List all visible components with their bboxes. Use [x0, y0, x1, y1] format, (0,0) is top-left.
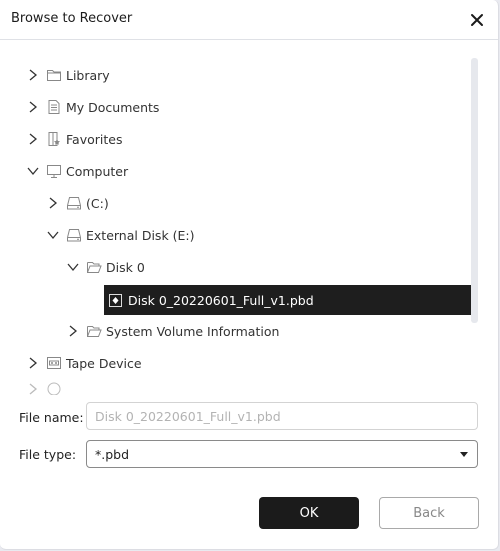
close-icon[interactable]: [466, 9, 488, 31]
tape-icon: [46, 355, 62, 371]
tree-item-system-volume-information[interactable]: System Volume Information: [66, 319, 279, 343]
tree-item-library[interactable]: Library: [26, 63, 110, 87]
tree-item-external-disk[interactable]: External Disk (E:): [46, 223, 195, 247]
title-bar: Browse to Recover: [0, 0, 498, 40]
folder-open-icon: [86, 323, 102, 339]
backup-file-icon: [108, 292, 124, 308]
tree-item-disk-0[interactable]: Disk 0: [66, 255, 145, 279]
chevron-right-icon[interactable]: [26, 132, 40, 146]
document-icon: [46, 99, 62, 115]
tree-item-label: Tape Device: [66, 355, 142, 371]
chevron-right-icon[interactable]: [26, 100, 40, 114]
drive-icon: [66, 227, 82, 243]
tree-item-tape-device[interactable]: Tape Device: [26, 351, 142, 375]
tree-item-computer[interactable]: Computer: [26, 159, 128, 183]
chevron-right-icon[interactable]: [46, 196, 60, 210]
chevron-down-icon[interactable]: [26, 164, 40, 178]
tree-item-label: Disk 0: [106, 259, 145, 275]
chevron-right-icon[interactable]: [66, 324, 80, 338]
tree-item-favorites[interactable]: Favorites: [26, 127, 122, 151]
chevron-down-icon[interactable]: [66, 260, 80, 274]
chevron-right-icon[interactable]: [26, 356, 40, 370]
chevron-right-icon[interactable]: [26, 68, 40, 82]
file-name-placeholder: Disk 0_20220601_Full_v1.pbd: [95, 408, 281, 424]
dropdown-arrow-icon[interactable]: [460, 452, 468, 457]
tree-item-label: (C:): [86, 195, 109, 211]
computer-icon: [46, 163, 62, 179]
ok-button[interactable]: OK: [259, 497, 359, 529]
file-name-input[interactable]: Disk 0_20220601_Full_v1.pbd: [86, 402, 478, 430]
network-icon: [46, 382, 62, 395]
tree-item-label: Library: [66, 67, 110, 83]
file-name-label: File name:: [19, 410, 84, 425]
file-type-value: *.pbd: [95, 446, 130, 462]
tree-item-label: Computer: [66, 163, 129, 179]
back-button[interactable]: Back: [379, 497, 479, 529]
tree-item-label: My Documents: [66, 99, 160, 115]
tree-item-label: Disk 0_20220601_Full_v1.pbd: [128, 292, 314, 308]
file-type-select[interactable]: *.pbd: [86, 440, 478, 468]
file-type-label: File type:: [19, 447, 77, 462]
drive-icon: [66, 195, 82, 211]
tree-scrollbar[interactable]: [471, 58, 478, 323]
chevron-down-icon[interactable]: [46, 228, 60, 242]
tree-item-backup-file[interactable]: Disk 0_20220601_Full_v1.pbd: [104, 285, 471, 315]
folder-open-icon: [86, 259, 102, 275]
tree-item-label: Favorites: [66, 131, 123, 147]
folder-tree: Library My Documents Favorites Computer …: [0, 40, 490, 395]
tree-item-network[interactable]: [26, 382, 66, 395]
tree-item-c-drive[interactable]: (C:): [46, 191, 109, 215]
browse-dialog: Browse to Recover Library My Documents F…: [0, 0, 499, 550]
favorites-icon: [46, 131, 62, 147]
tree-item-my-documents[interactable]: My Documents: [26, 95, 159, 119]
folder-icon: [46, 67, 62, 83]
tree-item-label: External Disk (E:): [86, 227, 195, 243]
chevron-right-icon[interactable]: [26, 382, 40, 395]
dialog-title: Browse to Recover: [11, 11, 133, 26]
tree-item-label: System Volume Information: [106, 323, 280, 339]
